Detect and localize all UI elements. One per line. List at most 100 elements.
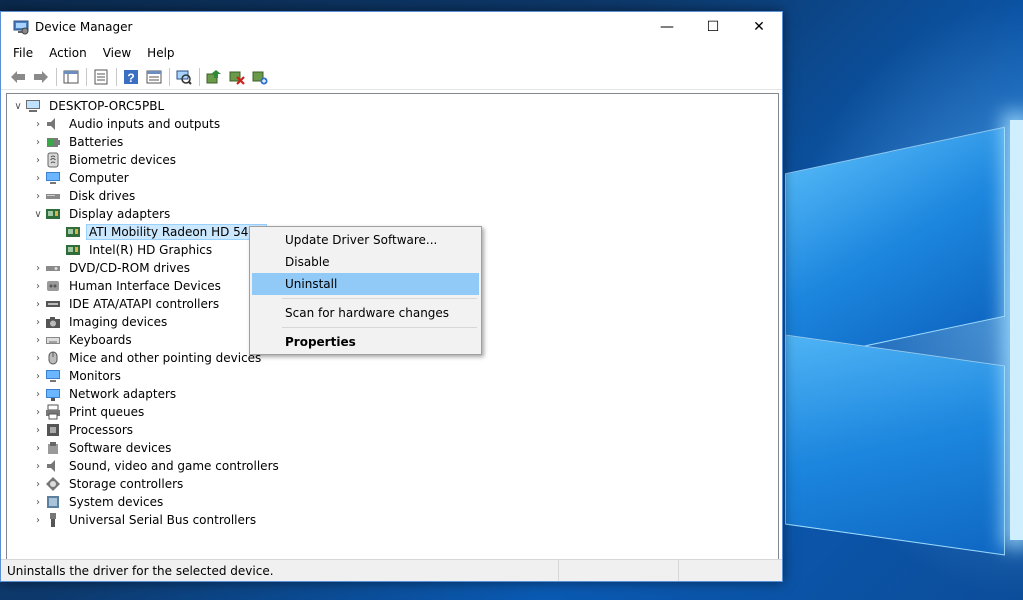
usb-icon: [45, 512, 61, 528]
tree-category-label: IDE ATA/ATAPI controllers: [69, 297, 220, 311]
tree-category-label: Keyboards: [69, 333, 132, 347]
mouse-icon: [45, 350, 61, 366]
close-icon: ✕: [753, 19, 765, 35]
toolbar-separator: [116, 67, 117, 86]
show-hide-tree-button[interactable]: [60, 67, 82, 87]
disk-drive-icon: [45, 188, 61, 204]
tree-category-label: Processors: [69, 423, 134, 437]
tree-category-system-devices[interactable]: › System devices: [31, 493, 166, 511]
maximize-button[interactable]: ☐: [690, 12, 736, 42]
scan-hardware-icon: [176, 70, 192, 85]
help-button[interactable]: ?: [120, 67, 142, 87]
tree-category-dvd-cd-rom-drives[interactable]: › DVD/CD-ROM drives: [31, 259, 193, 277]
tree-category-label: Computer: [69, 171, 129, 185]
collapse-chevron-icon[interactable]: ∨: [11, 97, 25, 115]
expand-chevron-icon[interactable]: ›: [31, 439, 45, 457]
expand-chevron-icon[interactable]: ›: [31, 349, 45, 367]
expand-chevron-icon[interactable]: ›: [31, 331, 45, 349]
menu-item-uninstall[interactable]: Uninstall: [252, 273, 479, 295]
properties-icon: [94, 69, 108, 84]
expand-chevron-icon[interactable]: ›: [31, 403, 45, 421]
collapse-chevron-icon[interactable]: ∨: [31, 205, 45, 223]
menu-file[interactable]: File: [5, 46, 41, 60]
expand-chevron-icon[interactable]: ›: [31, 115, 45, 133]
tree-category-ide-ata-atapi-controllers[interactable]: › IDE ATA/ATAPI controllers: [31, 295, 222, 313]
maximize-icon: ☐: [706, 19, 720, 35]
tree-category-computer[interactable]: › Computer: [31, 169, 132, 187]
menu-item-disable[interactable]: Disable: [252, 251, 479, 273]
tree-category-processors[interactable]: › Processors: [31, 421, 136, 439]
expand-chevron-icon[interactable]: ›: [31, 151, 45, 169]
tree-category-storage-controllers[interactable]: › Storage controllers: [31, 475, 186, 493]
expand-chevron-icon[interactable]: ›: [31, 493, 45, 511]
expand-chevron-icon[interactable]: ›: [31, 367, 45, 385]
windows-logo-pane: [785, 334, 1005, 556]
toolbar-separator: [169, 67, 170, 86]
back-button[interactable]: [7, 67, 29, 87]
tree-category-label: Mice and other pointing devices: [69, 351, 262, 365]
tree-category-disk-drives[interactable]: › Disk drives: [31, 187, 138, 205]
tree-category-batteries[interactable]: › Batteries: [31, 133, 126, 151]
scan-hardware-button[interactable]: [173, 67, 195, 87]
title-bar[interactable]: Device Manager — ☐ ✕: [1, 12, 782, 42]
tree-category-display-adapters[interactable]: ∨ Display adapters: [31, 205, 173, 223]
action-view-button[interactable]: [143, 67, 165, 87]
tree-category-print-queues[interactable]: › Print queues: [31, 403, 147, 421]
menu-item-update-driver[interactable]: Update Driver Software...: [252, 229, 479, 251]
expand-chevron-icon[interactable]: ›: [31, 385, 45, 403]
tree-category-keyboards[interactable]: › Keyboards: [31, 331, 135, 349]
expand-chevron-icon[interactable]: ›: [31, 295, 45, 313]
expand-chevron-icon[interactable]: ›: [31, 457, 45, 475]
tree-category-label: Display adapters: [69, 207, 171, 221]
toolbar: ?: [1, 64, 782, 90]
expand-chevron-icon[interactable]: ›: [31, 169, 45, 187]
ide-icon: [45, 296, 61, 312]
tree-device-intel-r-hd-graphics[interactable]: Intel(R) HD Graphics: [65, 241, 215, 259]
minimize-button[interactable]: —: [644, 12, 690, 42]
camera-icon: [45, 314, 61, 330]
forward-icon: [34, 70, 48, 83]
menu-action[interactable]: Action: [41, 46, 95, 60]
menu-separator: [282, 298, 477, 299]
printer-icon: [45, 404, 61, 420]
expand-chevron-icon[interactable]: ›: [31, 475, 45, 493]
svg-text:?: ?: [127, 71, 134, 85]
tree-category-monitors[interactable]: › Monitors: [31, 367, 124, 385]
minimize-icon: —: [660, 19, 674, 35]
tree-device-ati-mobility-radeon-hd-5470[interactable]: ATI Mobility Radeon HD 5470: [65, 223, 267, 241]
expand-chevron-icon[interactable]: ›: [31, 511, 45, 529]
expand-chevron-icon[interactable]: ›: [31, 421, 45, 439]
system-device-icon: [45, 494, 61, 510]
tree-category-imaging-devices[interactable]: › Imaging devices: [31, 313, 170, 331]
tree-category-biometric-devices[interactable]: › Biometric devices: [31, 151, 179, 169]
expand-chevron-icon[interactable]: ›: [31, 133, 45, 151]
expand-chevron-icon[interactable]: ›: [31, 313, 45, 331]
menu-help[interactable]: Help: [139, 46, 182, 60]
tree-root-node[interactable]: ∨ DESKTOP-ORC5PBL: [11, 97, 167, 115]
tree-category-universal-serial-bus-controllers[interactable]: › Universal Serial Bus controllers: [31, 511, 259, 529]
menu-item-scan-hardware[interactable]: Scan for hardware changes: [252, 302, 479, 324]
forward-button[interactable]: [30, 67, 52, 87]
tree-category-network-adapters[interactable]: › Network adapters: [31, 385, 179, 403]
tree-category-software-devices[interactable]: › Software devices: [31, 439, 174, 457]
tree-category-audio-inputs-and-outputs[interactable]: › Audio inputs and outputs: [31, 115, 223, 133]
enable-device-button[interactable]: [249, 67, 271, 87]
expand-chevron-icon[interactable]: ›: [31, 277, 45, 295]
expand-chevron-icon[interactable]: ›: [31, 259, 45, 277]
menu-separator: [282, 327, 477, 328]
keyboard-icon: [45, 332, 61, 348]
close-button[interactable]: ✕: [736, 12, 782, 42]
expand-chevron-icon[interactable]: ›: [31, 187, 45, 205]
tree-category-human-interface-devices[interactable]: › Human Interface Devices: [31, 277, 224, 295]
status-text: Uninstalls the driver for the selected d…: [1, 560, 559, 581]
properties-button[interactable]: [90, 67, 112, 87]
menu-item-properties[interactable]: Properties: [252, 331, 479, 353]
update-driver-button[interactable]: [203, 67, 225, 87]
menu-bar: File Action View Help: [1, 42, 782, 64]
menu-view[interactable]: View: [95, 46, 139, 60]
tree-category-sound-video-and-game-controllers[interactable]: › Sound, video and game controllers: [31, 457, 282, 475]
processor-icon: [45, 422, 61, 438]
back-icon: [11, 70, 25, 83]
uninstall-button[interactable]: [226, 67, 248, 87]
tree-category-mice-and-other-pointing-devices[interactable]: › Mice and other pointing devices: [31, 349, 264, 367]
